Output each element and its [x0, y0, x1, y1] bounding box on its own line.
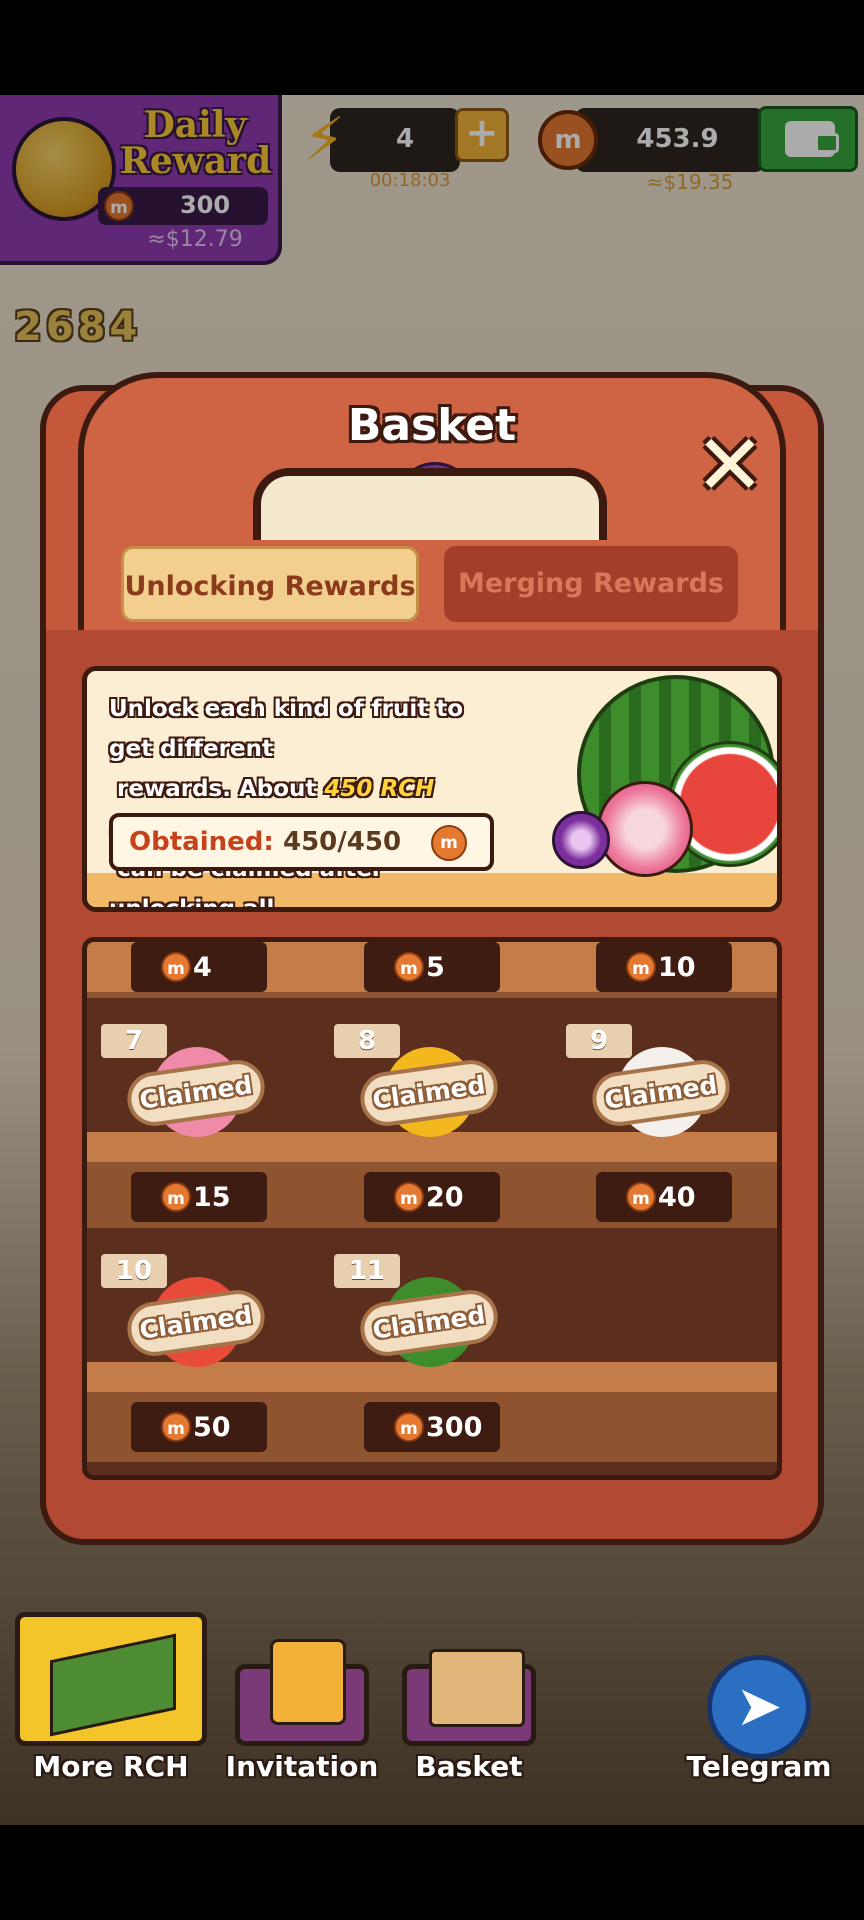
- reward-chip: m 20: [364, 1172, 500, 1222]
- telegram-icon: ➤: [735, 1674, 783, 1739]
- more-rch-button[interactable]: [15, 1612, 207, 1746]
- panel-title: Basket: [347, 400, 517, 451]
- telegram-label: Telegram: [686, 1750, 832, 1783]
- tab-merging-rewards[interactable]: Merging Rewards: [444, 546, 738, 622]
- reward-chip: m 15: [131, 1172, 267, 1222]
- reward-amount: 300: [426, 1412, 483, 1443]
- rch-coin-icon: m: [394, 952, 424, 982]
- rch-coin-icon: m: [626, 952, 656, 982]
- claimed-badge: Claimed: [588, 1056, 734, 1130]
- invitation-label: Invitation: [225, 1750, 379, 1783]
- reward-amount: 10: [658, 952, 696, 983]
- rch-coin-icon: m: [161, 1182, 191, 1212]
- reward-amount: 5: [426, 952, 445, 983]
- close-button[interactable]: ✕: [690, 423, 770, 507]
- fruit-level-tag: 11: [334, 1254, 400, 1288]
- claimed-badge: Claimed: [356, 1056, 502, 1130]
- rch-coin-icon: m: [161, 952, 191, 982]
- reward-chip: m 10: [596, 942, 732, 992]
- reward-chip: m5: [364, 942, 500, 992]
- reward-amount: 20: [426, 1182, 464, 1213]
- fruit-level-tag: 8: [334, 1024, 400, 1058]
- info-line-1: Unlock each kind of fruit to get differe…: [109, 696, 464, 762]
- peach-icon: [597, 781, 693, 877]
- system-nav-area: [0, 1825, 864, 1920]
- basket-handle: [253, 468, 607, 540]
- telegram-button[interactable]: ➤: [707, 1655, 811, 1759]
- reward-amount: 4: [193, 952, 212, 983]
- claimed-badge: Claimed: [123, 1056, 269, 1130]
- claimed-badge: Claimed: [356, 1286, 502, 1360]
- farm-island-icon: [50, 1633, 176, 1737]
- reward-amount: 40: [658, 1182, 696, 1213]
- info-banner: Unlock each kind of fruit to get differe…: [82, 666, 782, 912]
- reward-chip: m 40: [596, 1172, 732, 1222]
- reward-amount: 15: [193, 1182, 231, 1213]
- rch-coin-icon: m: [431, 825, 467, 861]
- reward-chip: m4: [131, 942, 267, 992]
- fruit-shelf[interactable]: m4 m5 m 10 7 Claimed m 15 8 Claimed m 20 9 …: [82, 937, 782, 1480]
- obtained-box: Obtained: 450/450 m: [109, 813, 494, 871]
- more-rch-label: More RCH: [33, 1750, 189, 1783]
- basket-nav-button[interactable]: [402, 1649, 536, 1746]
- info-text: Unlock each kind of fruit to get differe…: [109, 689, 509, 907]
- tab-unlocking-rewards[interactable]: Unlocking Rewards: [121, 546, 419, 622]
- reward-amount: 50: [193, 1412, 231, 1443]
- claimed-badge: Claimed: [123, 1286, 269, 1360]
- reward-chip: m 50: [131, 1402, 267, 1452]
- rch-coin-icon: m: [161, 1412, 191, 1442]
- basket-nav-label: Basket: [415, 1750, 523, 1783]
- ticket-icon: [270, 1639, 346, 1725]
- fruit-box-icon: [429, 1649, 525, 1727]
- rch-coin-icon: m: [394, 1412, 424, 1442]
- shelf-plank-edge: [87, 992, 777, 998]
- fruit-level-tag: 7: [101, 1024, 167, 1058]
- obtained-value: 450/450: [283, 827, 402, 857]
- plum-icon: [552, 811, 610, 869]
- reward-chip: m 300: [364, 1402, 500, 1452]
- close-icon: ✕: [694, 416, 766, 514]
- fruit-level-tag: 10: [101, 1254, 167, 1288]
- rch-coin-icon: m: [394, 1182, 424, 1212]
- obtained-label: Obtained:: [129, 827, 274, 857]
- invitation-button[interactable]: [235, 1639, 369, 1746]
- rch-coin-icon: m: [626, 1182, 656, 1212]
- info-line-2-text: rewards. About: [117, 776, 317, 802]
- fruit-level-tag: 9: [566, 1024, 632, 1058]
